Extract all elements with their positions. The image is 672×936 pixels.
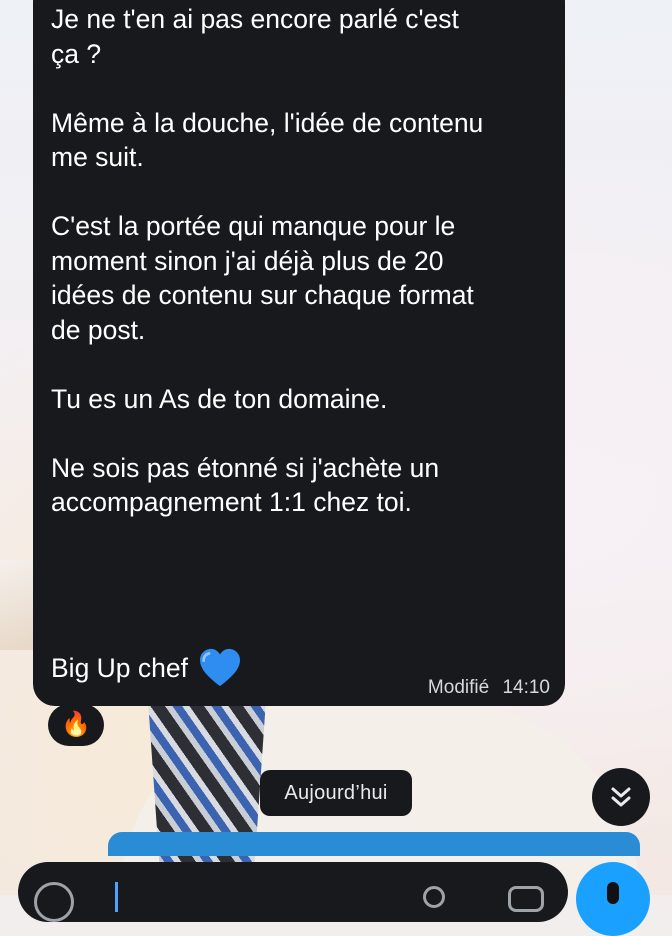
date-separator: Aujourd’hui: [260, 770, 412, 816]
message-composer[interactable]: [18, 862, 568, 922]
message-signoff: Big Up chef: [51, 652, 188, 683]
message-time: 14:10: [502, 677, 550, 698]
blue-heart-icon: [200, 648, 240, 687]
camera-icon[interactable]: [508, 886, 544, 912]
edited-label: Modifié: [427, 677, 490, 698]
message-text: Je ne t'en ai pas encore parlé c'est ça …: [51, 4, 484, 517]
text-caret: [115, 882, 118, 912]
message-signoff-row: Big Up chef: [51, 648, 242, 688]
attach-icon[interactable]: [423, 886, 445, 908]
double-chevron-down-icon: [611, 787, 631, 807]
message-bubble[interactable]: Je ne t'en ai pas encore parlé c'est ça …: [33, 0, 565, 706]
scroll-to-bottom-button[interactable]: [592, 768, 650, 826]
mic-icon: [607, 882, 619, 904]
incoming-bubble-edge: [108, 832, 640, 856]
mic-button[interactable]: [576, 862, 650, 936]
message-meta: Modifié 14:10: [428, 677, 550, 699]
emoji-icon[interactable]: [34, 882, 74, 922]
fire-icon: 🔥: [61, 711, 91, 738]
wallpaper-fabric: [0, 560, 36, 650]
reaction-badge[interactable]: 🔥: [48, 704, 104, 746]
